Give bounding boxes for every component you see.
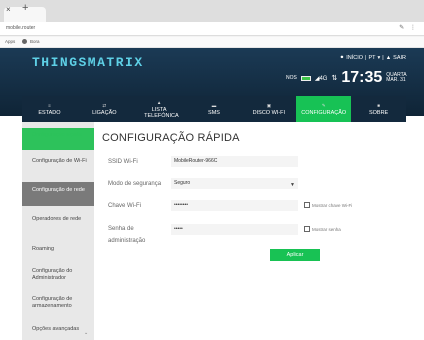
sidebar-item-configuracao-rede[interactable]: Configuração de rede (22, 182, 94, 206)
security-mode-label: Modo de segurança (108, 181, 162, 187)
clock-date: QUARTA MAR. 31 (386, 72, 406, 84)
phonebook-icon: ▲ (156, 99, 162, 105)
wifi-key-input[interactable] (171, 200, 298, 211)
browser-menu-icon[interactable]: ✎ ⋮ (399, 24, 418, 31)
wifi-key-label: Chave Wi-Fi (108, 203, 142, 209)
signal-icon: ◢4G (314, 75, 328, 82)
brand-logo: THINGSMATRIX (32, 55, 144, 70)
logout-link[interactable]: SAIR (393, 55, 406, 61)
bookmark-apps[interactable]: Apps (5, 39, 15, 44)
disk-icon: ▣ (266, 102, 271, 108)
nav-label: DISCO WI-FI (252, 109, 286, 116)
home-icon: ⚫ (339, 55, 345, 61)
nav-estado[interactable]: ≡ ESTADO (22, 96, 77, 122)
settings-sidebar: Configuração rápida Configuração de Wi-F… (22, 122, 94, 340)
user-icon: ▲ (385, 55, 392, 61)
network-icon: ⇅ (331, 75, 338, 82)
main-nav: ≡ ESTADO ⇄ LIGAÇÃO ▲ LISTA TELEFÓNICA ▬ … (22, 96, 406, 122)
nav-label: LISTA TELEFÓNICA (144, 106, 179, 119)
show-wifi-key-label: Mostrar chave Wi-Fi (312, 203, 353, 208)
browser-tab-bar: × + (0, 0, 424, 22)
nav-lista-telefonica[interactable]: ▲ LISTA TELEFÓNICA (132, 96, 187, 122)
top-links: ⚫ INÍCIO | PT ▾ | ▲ SAIR (340, 55, 406, 61)
nav-label: SMS (208, 109, 220, 116)
show-wifi-key-checkbox[interactable] (304, 202, 310, 208)
router-page: THINGSMATRIX ⚫ INÍCIO | PT ▾ | ▲ SAIR NO… (0, 48, 424, 340)
info-icon: ■ (377, 102, 380, 108)
new-tab-button[interactable]: + (22, 3, 28, 14)
sidebar-item-configuracao-rapida[interactable]: Configuração rápida (22, 128, 94, 150)
sidebar-item-configuracao-armazenamento[interactable]: Configuração de armazenamento (22, 294, 94, 316)
sidebar-item-roaming[interactable]: Roaming (22, 244, 94, 256)
nav-configuracao[interactable]: ✎ CONFIGURAÇÃO (296, 96, 352, 122)
battery-icon (300, 75, 311, 81)
nav-disco-wifi[interactable]: ▣ DISCO WI-FI (241, 96, 296, 122)
admin-password-label-line1: Senha de (108, 226, 134, 232)
security-mode-select[interactable]: Seguro (171, 178, 298, 189)
nav-label: CONFIGURAÇÃO (301, 109, 347, 116)
apply-button[interactable]: Aplicar (270, 249, 320, 261)
url-text[interactable]: mobile.router (6, 25, 35, 31)
clock-time: 17:35 (341, 69, 383, 86)
sms-icon: ▬ (211, 102, 217, 108)
sidebar-item-configuracao-wifi[interactable]: Configuração de Wi-Fi (22, 156, 94, 178)
bookmark-bora[interactable]: Bora (30, 39, 40, 44)
connection-icon: ⇄ (102, 102, 107, 108)
admin-password-input[interactable] (171, 224, 298, 235)
page-title: CONFIGURAÇÃO RÁPIDA (102, 132, 240, 144)
nav-sobre[interactable]: ■ SOBRE (351, 96, 406, 122)
sidebar-item-configuracao-administrador[interactable]: Configuração do Administrador (22, 266, 94, 288)
carrier-name: NOS (286, 75, 297, 81)
address-bar[interactable]: mobile.router ✎ ⋮ (0, 22, 424, 36)
show-admin-password-checkbox[interactable] (304, 226, 310, 232)
quick-setup-panel: CONFIGURAÇÃO RÁPIDA SSID Wi-Fi Modo de s… (94, 122, 406, 340)
content-area: Configuração rápida Configuração de Wi-F… (22, 122, 406, 340)
date: MAR. 31 (386, 77, 406, 83)
admin-password-label-line2: administração (108, 238, 146, 244)
bookmarks-bar: Apps Bora (0, 37, 424, 48)
chevron-down-icon[interactable]: ▼ (290, 182, 295, 188)
ssid-input[interactable] (171, 156, 298, 167)
bookmark-favicon-icon (22, 39, 27, 44)
settings-icon: ✎ (321, 102, 326, 108)
ssid-label: SSID Wi-Fi (108, 159, 138, 165)
nav-label: LIGAÇÃO (92, 109, 117, 116)
home-link[interactable]: INÍCIO (346, 55, 363, 61)
nav-sms[interactable]: ▬ SMS (187, 96, 242, 122)
status-icon: ≡ (48, 102, 51, 108)
divider: | (365, 55, 367, 61)
divider: | (382, 55, 384, 61)
nav-label: ESTADO (38, 109, 61, 116)
show-admin-password-label: Mostrar senha (312, 227, 341, 232)
chevron-down-icon[interactable]: ⌄ (84, 330, 88, 336)
chevron-down-icon[interactable]: ▾ (378, 55, 381, 61)
status-bar: NOS ◢4G ⇅ 17:35 QUARTA MAR. 31 (286, 70, 407, 86)
sidebar-item-operadores-rede[interactable]: Operadores de rede (22, 214, 94, 236)
close-tab-icon[interactable]: × (6, 6, 11, 14)
language-select[interactable]: PT (368, 55, 375, 61)
nav-ligacao[interactable]: ⇄ LIGAÇÃO (77, 96, 132, 122)
nav-label: SOBRE (368, 109, 389, 116)
